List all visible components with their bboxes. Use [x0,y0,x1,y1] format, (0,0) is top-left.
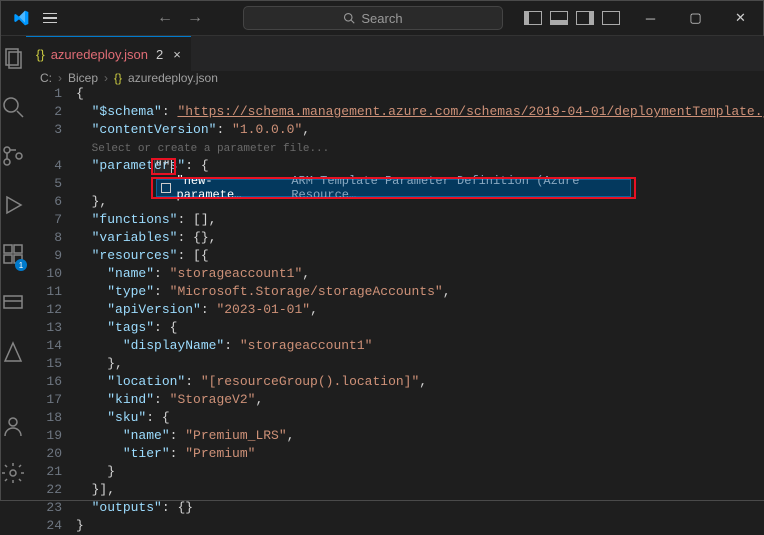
settings-gear-icon[interactable] [1,461,25,488]
run-debug-icon[interactable] [1,193,25,220]
maximize-button[interactable]: ▢ [673,1,718,36]
line-number: 12 [26,301,62,319]
line-number: 4 [26,157,62,175]
azure-icon[interactable] [1,340,25,367]
chevron-right-icon: › [104,71,108,85]
line-number: 17 [26,391,62,409]
editor[interactable]: 123456789101112131415161718192021222324 … [26,85,764,535]
search-activity-icon[interactable] [1,95,25,122]
menu-button[interactable] [43,13,57,24]
line-number: 2 [26,103,62,121]
search-placeholder: Search [361,11,402,26]
breadcrumb-seg: Bicep [68,71,98,85]
highlight-box [151,158,176,175]
line-number: 3 [26,121,62,139]
line-number: 5 [26,175,62,193]
line-number: 22 [26,481,62,499]
line-number: 14 [26,337,62,355]
layout-full-icon[interactable] [602,11,620,25]
line-number: 7 [26,211,62,229]
chevron-right-icon: › [58,71,62,85]
line-number: 16 [26,373,62,391]
tab-bar: {} azuredeploy.json 2 × ▥ ⋯ [26,36,764,71]
nav-forward-icon[interactable]: → [187,9,203,27]
command-search[interactable]: Search [243,6,503,30]
layout-right-icon[interactable] [576,11,594,25]
breadcrumb-seg: C: [40,71,52,85]
breadcrumb[interactable]: C: › Bicep › {} azuredeploy.json [26,71,764,85]
tab-azuredeploy[interactable]: {} azuredeploy.json 2 × [26,36,191,71]
line-number: 15 [26,355,62,373]
remote-icon[interactable] [1,291,25,318]
tab-filename: azuredeploy.json [51,47,148,62]
highlight-box [151,177,636,199]
line-number: 23 [26,499,62,517]
tab-close-icon[interactable]: × [173,47,181,62]
line-gutter: 123456789101112131415161718192021222324 [26,85,76,535]
titlebar: ← → Search ─ ▢ ✕ [1,1,763,36]
accounts-icon[interactable] [1,414,25,441]
line-number: 18 [26,409,62,427]
line-number: 9 [26,247,62,265]
vscode-logo-icon [13,10,29,26]
line-number: 13 [26,319,62,337]
line-number: 20 [26,445,62,463]
explorer-icon[interactable] [1,46,25,73]
nav-back-icon[interactable]: ← [157,9,173,27]
extensions-icon[interactable]: 1 [1,242,25,269]
line-number: 24 [26,517,62,535]
layout-left-icon[interactable] [524,11,542,25]
breadcrumb-seg: azuredeploy.json [128,71,218,85]
line-number: 1 [26,85,62,103]
search-icon [343,12,355,24]
line-number: 11 [26,283,62,301]
codelens-hint[interactable]: Select or create a parameter file... [92,143,330,155]
minimize-button[interactable]: ─ [628,1,673,36]
close-window-button[interactable]: ✕ [718,1,763,36]
line-number: 8 [26,229,62,247]
line-number [26,139,62,157]
line-number: 21 [26,463,62,481]
line-number: 10 [26,265,62,283]
source-control-icon[interactable] [1,144,25,171]
tab-problems-count: 2 [156,47,163,62]
layout-bottom-icon[interactable] [550,11,568,25]
activity-bar: 1 [1,36,26,500]
line-number: 6 [26,193,62,211]
line-number: 19 [26,427,62,445]
